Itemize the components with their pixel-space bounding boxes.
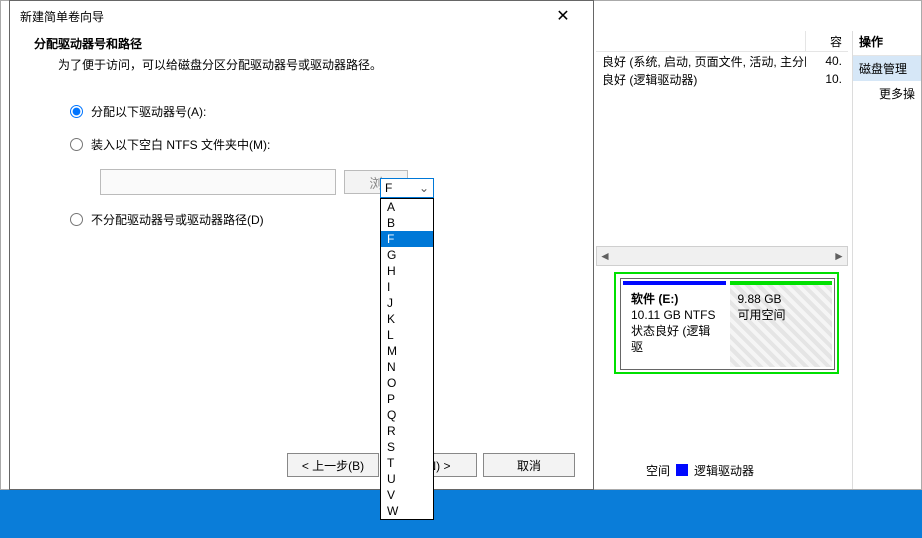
drive-option-I[interactable]: I bbox=[381, 279, 433, 295]
drive-option-T[interactable]: T bbox=[381, 455, 433, 471]
drive-option-F[interactable]: F bbox=[381, 231, 433, 247]
scroll-right-icon[interactable]: ► bbox=[831, 248, 847, 264]
option-mount-folder[interactable]: 装入以下空白 NTFS 文件夹中(M): bbox=[70, 136, 533, 153]
drive-option-R[interactable]: R bbox=[381, 423, 433, 439]
volume-e[interactable]: 软件 (E:) 10.11 GB NTFS 状态良好 (逻辑驱 bbox=[623, 281, 726, 367]
drive-option-W[interactable]: W bbox=[381, 503, 433, 519]
drive-option-J[interactable]: J bbox=[381, 295, 433, 311]
option-no-assign[interactable]: 不分配驱动器号或驱动器路径(D) bbox=[70, 211, 533, 228]
drive-option-V[interactable]: V bbox=[381, 487, 433, 503]
legend: 空间 逻辑驱动器 bbox=[646, 461, 841, 479]
back-button[interactable]: < 上一步(B) bbox=[287, 453, 379, 477]
actions-more[interactable]: 更多操 bbox=[853, 81, 921, 106]
drive-option-H[interactable]: H bbox=[381, 263, 433, 279]
chevron-down-icon: ⌄ bbox=[419, 181, 429, 195]
drive-option-P[interactable]: P bbox=[381, 391, 433, 407]
drive-option-U[interactable]: U bbox=[381, 471, 433, 487]
horizontal-scrollbar[interactable]: ◄ ► bbox=[596, 246, 848, 266]
mount-path-input bbox=[100, 169, 336, 195]
drive-option-O[interactable]: O bbox=[381, 375, 433, 391]
radio-mount[interactable] bbox=[70, 138, 83, 151]
table-row[interactable]: 良好 (逻辑驱动器) 10. bbox=[596, 70, 848, 88]
drive-option-M[interactable]: M bbox=[381, 343, 433, 359]
drive-letter-dropdown[interactable]: ABFGHIJKLMNOPQRSTUVW bbox=[380, 198, 434, 520]
drive-option-G[interactable]: G bbox=[381, 247, 433, 263]
option-assign-letter[interactable]: 分配以下驱动器号(A): bbox=[70, 103, 533, 120]
table-row[interactable]: 良好 (系统, 启动, 页面文件, 活动, 主分区) 40. bbox=[596, 52, 848, 70]
drive-letter-select[interactable]: F ⌄ bbox=[380, 178, 434, 198]
drive-option-L[interactable]: L bbox=[381, 327, 433, 343]
volume-free[interactable]: 9.88 GB 可用空间 bbox=[730, 281, 833, 367]
drive-option-S[interactable]: S bbox=[381, 439, 433, 455]
actions-header: 操作 bbox=[853, 31, 921, 56]
drive-option-N[interactable]: N bbox=[381, 359, 433, 375]
drive-option-B[interactable]: B bbox=[381, 215, 433, 231]
actions-panel: 操作 磁盘管理 更多操 bbox=[852, 31, 921, 489]
legend-swatch-blue bbox=[676, 464, 688, 476]
actions-item-disk-management[interactable]: 磁盘管理 bbox=[853, 56, 921, 81]
volume-table: 容 良好 (系统, 启动, 页面文件, 活动, 主分区) 40. 良好 (逻辑驱… bbox=[596, 31, 848, 88]
drive-option-K[interactable]: K bbox=[381, 311, 433, 327]
col-status[interactable] bbox=[596, 31, 805, 51]
radio-assign[interactable] bbox=[70, 105, 83, 118]
page-subheading: 为了便于访问，可以给磁盘分区分配驱动器号或驱动器路径。 bbox=[34, 56, 569, 73]
close-button[interactable]: ✕ bbox=[543, 2, 583, 30]
drive-option-Q[interactable]: Q bbox=[381, 407, 433, 423]
radio-none[interactable] bbox=[70, 213, 83, 226]
scroll-left-icon[interactable]: ◄ bbox=[597, 248, 613, 264]
cancel-button[interactable]: 取消 bbox=[483, 453, 575, 477]
page-heading: 分配驱动器号和路径 bbox=[34, 35, 569, 52]
drive-option-A[interactable]: A bbox=[381, 199, 433, 215]
disk-layout: 软件 (E:) 10.11 GB NTFS 状态良好 (逻辑驱 9.88 GB … bbox=[620, 278, 835, 370]
new-simple-volume-wizard: 新建简单卷向导 ✕ 分配驱动器号和路径 为了便于访问，可以给磁盘分区分配驱动器号… bbox=[9, 0, 594, 490]
col-capacity[interactable]: 容 bbox=[805, 31, 848, 51]
dialog-title: 新建简单卷向导 bbox=[20, 8, 543, 25]
